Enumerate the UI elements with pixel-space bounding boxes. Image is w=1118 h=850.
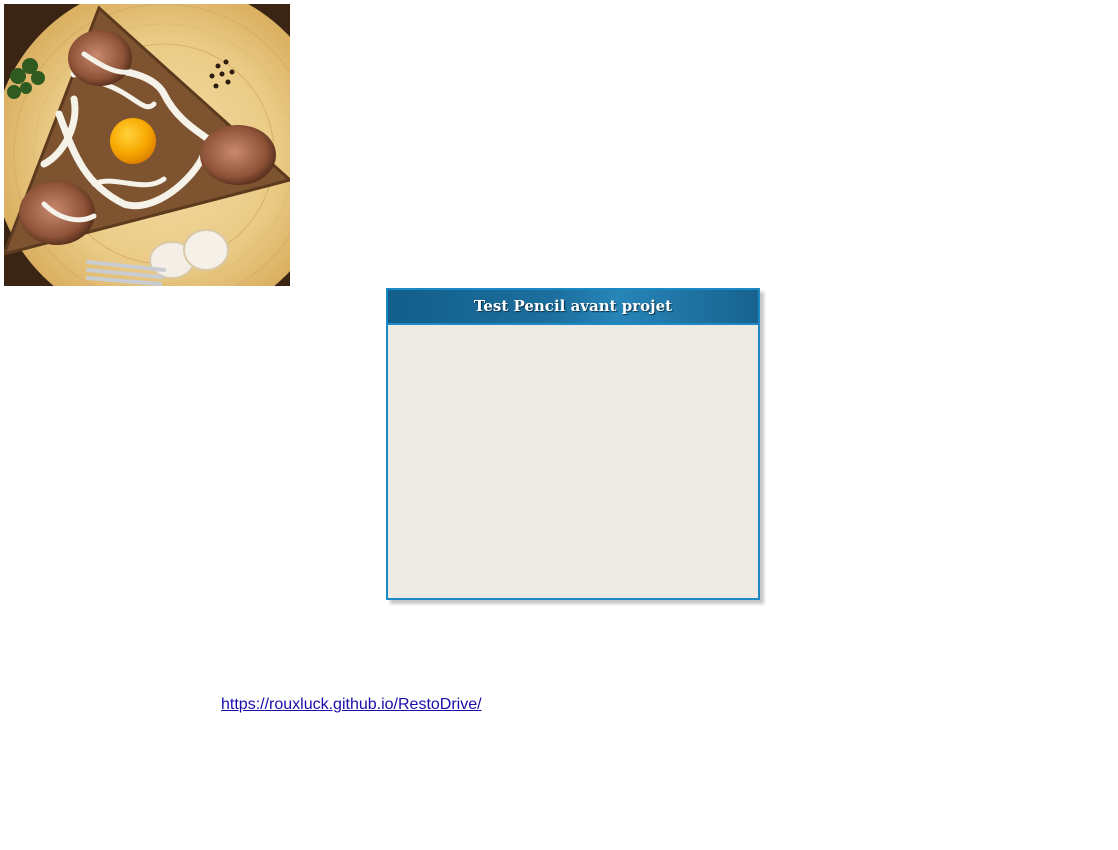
panel-title: Test Pencil avant projet <box>388 290 758 325</box>
crepe-photo <box>4 4 290 286</box>
pencil-panel: Test Pencil avant projet <box>386 288 760 600</box>
panel-body <box>388 325 758 598</box>
restodrive-link[interactable]: https://rouxluck.github.io/RestoDrive/ <box>221 696 482 714</box>
